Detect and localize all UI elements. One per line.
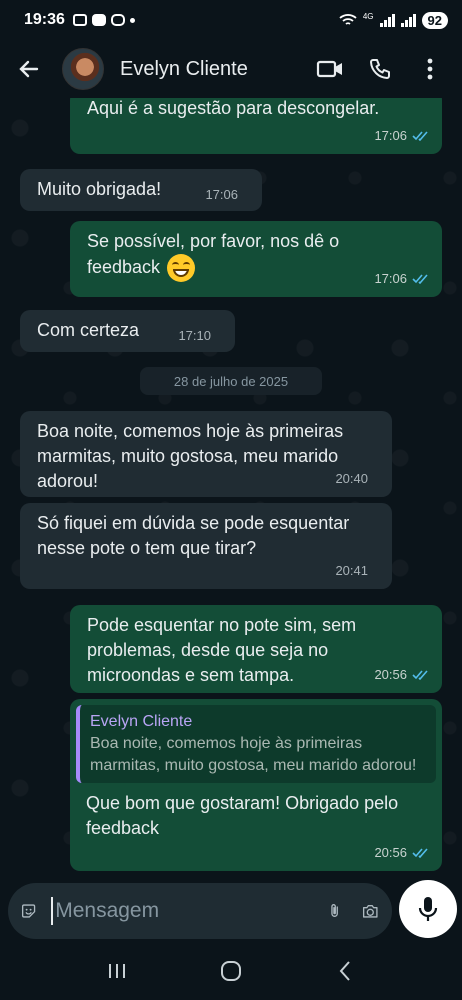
youtube-icon <box>91 14 106 26</box>
message-bubble[interactable]: Com certeza 17:10 <box>20 310 235 352</box>
message-bubble[interactable]: Boa noite, comemos hoje às primeiras mar… <box>20 411 392 497</box>
nav-back-button[interactable] <box>325 951 365 991</box>
status-time: 19:36 <box>24 11 65 28</box>
message-text: Se possível, por favor, nos dê o feedbac… <box>87 231 340 277</box>
chat-header: Evelyn Cliente <box>0 40 462 98</box>
message-time: 20:41 <box>335 563 368 578</box>
more-vertical-icon <box>427 58 433 80</box>
message-bubble[interactable]: Muito obrigada! 17:06 <box>20 169 262 211</box>
message-text: Aqui é a sugestão para descongelar. <box>87 98 380 118</box>
voice-message-button[interactable] <box>399 880 457 938</box>
message-composer <box>0 880 462 942</box>
contact-avatar[interactable] <box>62 48 104 90</box>
recent-apps-button[interactable] <box>97 951 137 991</box>
double-check-read-icon <box>412 274 428 284</box>
video-call-button[interactable] <box>312 51 348 87</box>
message-bubble[interactable]: Aqui é a sugestão para descongelar. 17:0… <box>70 98 442 154</box>
voice-call-button[interactable] <box>362 51 398 87</box>
quoted-message[interactable]: Evelyn Cliente Boa noite, comemos hoje à… <box>76 705 436 783</box>
double-check-read-icon <box>412 670 428 680</box>
battery-level: 92 <box>421 11 448 29</box>
more-notifications-icon <box>129 17 135 23</box>
sticker-icon[interactable] <box>20 898 37 924</box>
message-bubble[interactable]: Evelyn Cliente Boa noite, comemos hoje à… <box>70 699 442 871</box>
signal-icon-2 <box>400 13 416 27</box>
network-type: 4G <box>362 11 374 21</box>
quoted-author: Evelyn Cliente <box>90 713 193 730</box>
message-time: 20:56 <box>374 667 407 682</box>
instagram-icon <box>110 14 125 26</box>
message-bubble[interactable]: Só fiquei em dúvida se pode esquentar ne… <box>20 503 392 589</box>
grinning-face-emoji-icon <box>167 254 196 282</box>
message-time: 17:06 <box>374 271 407 286</box>
message-text: Boa noite, comemos hoje às primeiras mar… <box>37 421 344 491</box>
microphone-icon <box>418 897 438 921</box>
more-options-button[interactable] <box>412 51 448 87</box>
recent-apps-icon <box>109 964 125 978</box>
message-meta: 17:06 <box>374 266 430 291</box>
notification-icons <box>72 14 135 26</box>
wifi-icon <box>339 14 357 25</box>
message-text: Que bom que gostaram! Obrigado pelo feed… <box>86 793 399 838</box>
message-meta: 17:06 <box>205 182 238 207</box>
message-time: 20:56 <box>374 845 407 860</box>
screenshot-icon <box>72 14 87 26</box>
message-bubble[interactable]: Pode esquentar no pote sim, sem problema… <box>70 605 442 693</box>
signal-icon-1 <box>379 13 395 27</box>
message-meta: 20:41 <box>335 558 368 583</box>
message-meta: 17:06 <box>374 123 430 148</box>
back-button[interactable] <box>14 54 44 84</box>
double-check-read-icon <box>412 848 428 858</box>
contact-name[interactable]: Evelyn Cliente <box>120 58 298 81</box>
message-time: 17:06 <box>205 187 238 202</box>
message-bubble[interactable]: Se possível, por favor, nos dê o feedbac… <box>70 221 442 297</box>
home-button[interactable] <box>211 951 251 991</box>
message-time: 20:40 <box>335 471 368 486</box>
message-meta: 17:10 <box>178 323 211 348</box>
message-time: 17:06 <box>374 128 407 143</box>
message-meta: 20:56 <box>374 662 430 687</box>
home-icon <box>221 961 241 981</box>
video-camera-icon <box>316 60 342 78</box>
system-navigation-bar <box>0 942 462 1000</box>
double-check-read-icon <box>412 131 428 141</box>
quoted-text: Boa noite, comemos hoje às primeiras mar… <box>90 735 417 774</box>
phone-icon <box>370 59 390 79</box>
attach-icon[interactable] <box>326 898 343 924</box>
message-text: Só fiquei em dúvida se pode esquentar ne… <box>37 513 350 558</box>
message-time: 17:10 <box>178 328 211 343</box>
message-meta: 20:56 <box>374 840 430 865</box>
chevron-left-icon <box>339 961 350 981</box>
message-input-container <box>8 883 392 939</box>
message-input[interactable] <box>51 897 327 925</box>
date-separator: 28 de julho de 2025 <box>140 367 322 395</box>
camera-icon[interactable] <box>361 898 380 924</box>
message-meta: 20:40 <box>335 466 368 491</box>
arrow-back-icon <box>19 60 39 78</box>
status-bar: 19:36 4G 92 <box>0 0 462 40</box>
message-list[interactable]: Aqui é a sugestão para descongelar. 17:0… <box>0 98 462 880</box>
